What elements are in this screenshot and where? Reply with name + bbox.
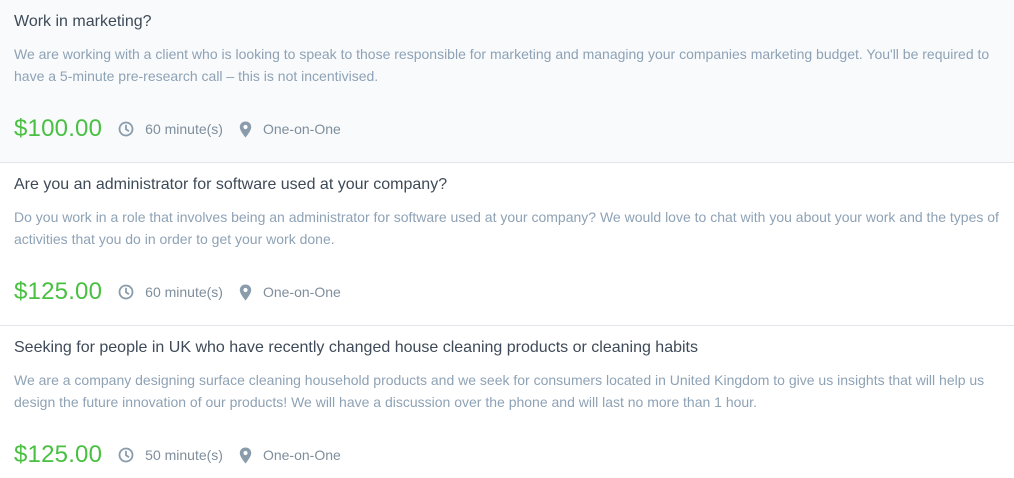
study-title[interactable]: Are you an administrator for software us… <box>14 175 999 195</box>
study-card[interactable]: Are you an administrator for software us… <box>0 163 1014 326</box>
study-format-label: One-on-One <box>262 447 341 463</box>
study-format-label: One-on-One <box>262 121 341 137</box>
study-duration: 60 minute(s) <box>118 284 223 300</box>
study-duration-label: 50 minute(s) <box>145 447 223 463</box>
study-format: One-on-One <box>239 121 341 138</box>
clock-icon <box>118 447 134 463</box>
study-meta: $125.00 60 minute(s) One-on-One <box>14 276 999 308</box>
study-duration: 50 minute(s) <box>118 447 223 463</box>
study-price: $125.00 <box>14 441 103 468</box>
study-meta: $100.00 60 minute(s) One-on-One <box>14 113 999 145</box>
study-price: $125.00 <box>14 278 103 305</box>
study-description: We are a company designing surface clean… <box>14 372 985 410</box>
location-pin-icon <box>239 284 252 300</box>
study-card[interactable]: Work in marketing? We are working with a… <box>0 0 1014 163</box>
study-duration-label: 60 minute(s) <box>145 121 223 137</box>
study-format-label: One-on-One <box>262 284 341 300</box>
study-title[interactable]: Seeking for people in UK who have recent… <box>14 338 999 358</box>
study-list: Work in marketing? We are working with a… <box>0 0 1014 478</box>
study-description: Do you work in a role that involves bein… <box>14 209 999 247</box>
clock-icon <box>118 284 134 300</box>
study-card[interactable]: Seeking for people in UK who have recent… <box>0 326 1014 478</box>
study-format: One-on-One <box>239 447 341 464</box>
study-description: We are working with a client who is look… <box>14 46 990 84</box>
study-format: One-on-One <box>239 284 341 301</box>
location-pin-icon <box>239 121 252 137</box>
clock-icon <box>118 121 134 137</box>
study-duration-label: 60 minute(s) <box>145 284 223 300</box>
study-price: $100.00 <box>14 115 103 142</box>
study-title[interactable]: Work in marketing? <box>14 12 999 32</box>
location-pin-icon <box>239 447 252 463</box>
study-duration: 60 minute(s) <box>118 121 223 137</box>
study-meta: $125.00 50 minute(s) One-on-One <box>14 439 999 471</box>
